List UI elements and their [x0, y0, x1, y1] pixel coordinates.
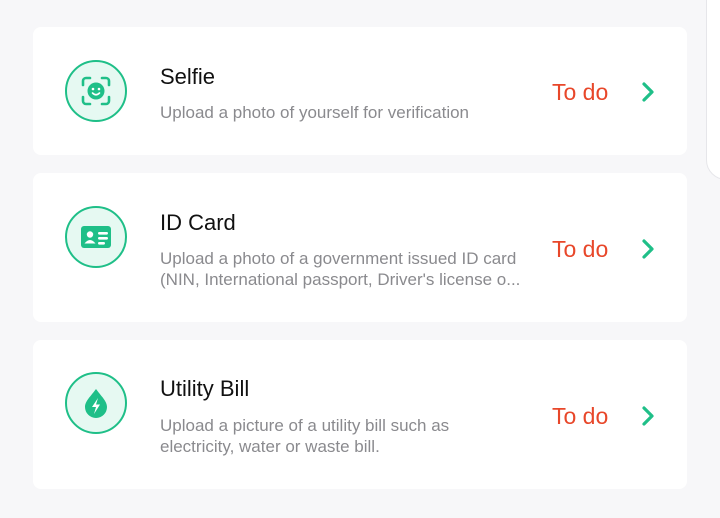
chevron-right-icon[interactable]	[638, 80, 658, 104]
description-line: (NIN, International passport, Driver's l…	[160, 270, 521, 289]
side-panel-edge	[706, 0, 720, 180]
description-line: Upload a photo of a government issued ID…	[160, 249, 517, 268]
item-description: Upload a photo of a government issued ID…	[160, 248, 540, 290]
item-title: Selfie	[160, 64, 216, 89]
chevron-right-icon[interactable]	[638, 404, 658, 428]
status-label: To do	[552, 79, 609, 105]
verification-item-utility-bill[interactable]: Utility Bill Upload a picture of a utili…	[33, 340, 687, 489]
utility-drop-bolt-icon	[65, 372, 127, 434]
status-label: To do	[552, 236, 609, 262]
verification-item-selfie[interactable]: Selfie Upload a photo of yourself for ve…	[33, 27, 687, 155]
id-card-icon	[65, 206, 127, 268]
verification-item-id-card[interactable]: ID Card Upload a photo of a government i…	[33, 173, 687, 322]
status-label: To do	[552, 403, 609, 429]
description-line: Upload a photo of yourself for verificat…	[160, 103, 470, 122]
description-line: electricity, water or waste bill.	[160, 437, 380, 456]
item-description: Upload a picture of a utility bill such …	[160, 415, 540, 457]
description-line: Upload a picture of a utility bill such …	[160, 416, 450, 435]
face-scan-icon	[65, 60, 127, 122]
item-description: Upload a photo of yourself for verificat…	[160, 102, 540, 123]
item-title: Utility Bill	[160, 376, 250, 401]
chevron-right-icon[interactable]	[638, 237, 658, 261]
item-title: ID Card	[160, 210, 236, 235]
